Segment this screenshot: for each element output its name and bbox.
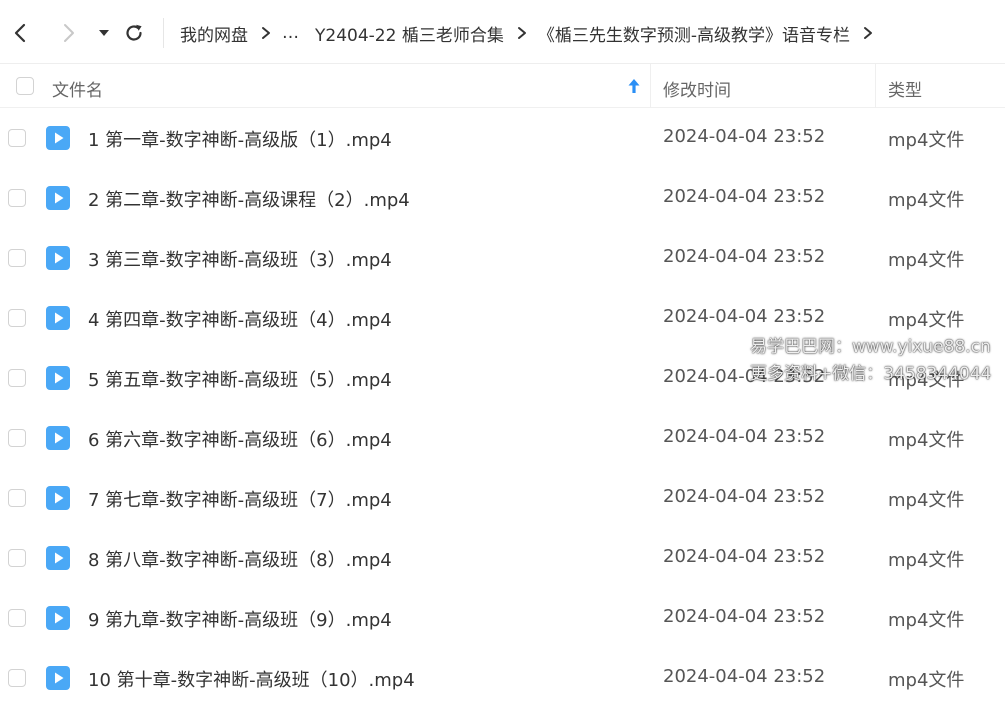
file-row[interactable]: 10 第十章-数字神断-高级班（10）.mp4 2024-04-04 23:52 m… xyxy=(0,648,1005,708)
file-type: mp4文件 xyxy=(888,190,965,211)
row-checkbox[interactable] xyxy=(8,129,26,147)
file-row[interactable]: 3 第三章-数字神断-高级班（3）.mp4 2024-04-04 23:52 mp4… xyxy=(0,228,1005,288)
forward-button[interactable] xyxy=(55,20,81,46)
file-list: 1 第一章-数字神断-高级版（1）.mp4 2024-04-04 23:52 mp4… xyxy=(0,108,1005,708)
back-button[interactable] xyxy=(8,20,34,46)
refresh-icon xyxy=(126,24,142,41)
refresh-button[interactable] xyxy=(121,20,147,46)
file-row[interactable]: 1 第一章-数字神断-高级版（1）.mp4 2024-04-04 23:52 mp4… xyxy=(0,108,1005,168)
video-file-icon xyxy=(45,245,71,271)
toolbar: 我的网盘 … Y2404-22 楯三老师合集 《楯三先生数字预测-高级教学》语音… xyxy=(0,0,1005,64)
file-row[interactable]: 6 第六章-数字神断-高级班（6）.mp4 2024-04-04 23:52 mp4… xyxy=(0,408,1005,468)
file-type: mp4文件 xyxy=(888,550,965,571)
file-list-header: 文件名 修改时间 类型 xyxy=(0,64,1005,108)
column-divider[interactable] xyxy=(650,64,651,108)
file-type: mp4文件 xyxy=(888,250,965,271)
chevron-left-icon xyxy=(14,23,26,43)
video-file-icon xyxy=(45,605,71,631)
file-name[interactable]: 9 第九章-数字神断-高级班（9）.mp4 xyxy=(88,606,392,632)
row-checkbox[interactable] xyxy=(8,609,26,627)
file-modified-time: 2024-04-04 23:52 xyxy=(663,186,826,207)
breadcrumb-item-collection[interactable]: Y2404-22 楯三老师合集 xyxy=(315,21,504,46)
history-dropdown-button[interactable] xyxy=(91,20,117,46)
column-divider[interactable] xyxy=(875,64,876,108)
file-row[interactable]: 8 第八章-数字神断-高级班（8）.mp4 2024-04-04 23:52 mp4… xyxy=(0,528,1005,588)
video-file-icon xyxy=(45,365,71,391)
file-name[interactable]: 5 第五章-数字神断-高级班（5）.mp4 xyxy=(88,366,392,392)
file-modified-time: 2024-04-04 23:52 xyxy=(663,126,826,147)
column-header-modified-time[interactable]: 修改时间 xyxy=(663,76,731,101)
file-type: mp4文件 xyxy=(888,430,965,451)
file-row[interactable]: 7 第七章-数字神断-高级班（7）.mp4 2024-04-04 23:52 mp4… xyxy=(0,468,1005,528)
file-type: mp4文件 xyxy=(888,610,965,631)
video-file-icon xyxy=(45,665,71,691)
breadcrumb: 我的网盘 … Y2404-22 楯三老师合集 《楯三先生数字预测-高级教学》语音… xyxy=(180,20,884,46)
row-checkbox[interactable] xyxy=(8,549,26,567)
row-checkbox[interactable] xyxy=(8,429,26,447)
video-file-icon xyxy=(45,125,71,151)
file-name[interactable]: 7 第七章-数字神断-高级班（7）.mp4 xyxy=(88,486,392,512)
breadcrumb-item-current-folder[interactable]: 《楯三先生数字预测-高级教学》语音专栏 xyxy=(538,21,850,46)
file-modified-time: 2024-04-04 23:52 xyxy=(663,306,826,327)
video-file-icon xyxy=(45,485,71,511)
column-header-type[interactable]: 类型 xyxy=(888,76,922,101)
file-name[interactable]: 6 第六章-数字神断-高级班（6）.mp4 xyxy=(88,426,392,452)
file-modified-time: 2024-04-04 23:52 xyxy=(663,246,826,267)
file-modified-time: 2024-04-04 23:52 xyxy=(663,366,826,387)
file-type: mp4文件 xyxy=(888,130,965,151)
row-checkbox[interactable] xyxy=(8,309,26,327)
video-file-icon xyxy=(45,545,71,571)
file-name[interactable]: 8 第八章-数字神断-高级班（8）.mp4 xyxy=(88,546,392,572)
chevron-right-icon xyxy=(260,26,272,40)
file-type: mp4文件 xyxy=(888,670,965,691)
select-all-checkbox[interactable] xyxy=(16,77,34,95)
file-type: mp4文件 xyxy=(888,490,965,511)
file-name[interactable]: 2 第二章-数字神断-高级课程（2）.mp4 xyxy=(88,186,410,212)
breadcrumb-item-my-drive[interactable]: 我的网盘 xyxy=(180,21,248,46)
file-modified-time: 2024-04-04 23:52 xyxy=(663,546,826,567)
chevron-right-icon xyxy=(516,26,528,40)
arrow-up-icon[interactable] xyxy=(627,78,641,99)
chevron-right-icon xyxy=(64,24,74,42)
chevron-right-icon xyxy=(862,26,874,40)
file-modified-time: 2024-04-04 23:52 xyxy=(663,486,826,507)
file-modified-time: 2024-04-04 23:52 xyxy=(663,606,826,627)
row-checkbox[interactable] xyxy=(8,189,26,207)
file-name[interactable]: 4 第四章-数字神断-高级班（4）.mp4 xyxy=(88,306,392,332)
file-row[interactable]: 5 第五章-数字神断-高级班（5）.mp4 2024-04-04 23:52 mp4… xyxy=(0,348,1005,408)
file-name[interactable]: 10 第十章-数字神断-高级班（10）.mp4 xyxy=(88,666,415,692)
file-row[interactable]: 4 第四章-数字神断-高级班（4）.mp4 2024-04-04 23:52 mp4… xyxy=(0,288,1005,348)
row-checkbox[interactable] xyxy=(8,249,26,267)
row-checkbox[interactable] xyxy=(8,369,26,387)
toolbar-divider xyxy=(163,18,164,48)
caret-down-icon xyxy=(99,30,109,36)
row-checkbox[interactable] xyxy=(8,669,26,687)
file-modified-time: 2024-04-04 23:52 xyxy=(663,666,826,687)
breadcrumb-item-ellipsis[interactable]: … xyxy=(282,23,299,43)
video-file-icon xyxy=(45,305,71,331)
file-name[interactable]: 3 第三章-数字神断-高级班（3）.mp4 xyxy=(88,246,392,272)
file-modified-time: 2024-04-04 23:52 xyxy=(663,426,826,447)
file-type: mp4文件 xyxy=(888,370,965,391)
file-row[interactable]: 9 第九章-数字神断-高级班（9）.mp4 2024-04-04 23:52 mp4… xyxy=(0,588,1005,648)
row-checkbox[interactable] xyxy=(8,489,26,507)
file-name[interactable]: 1 第一章-数字神断-高级版（1）.mp4 xyxy=(88,126,392,152)
column-header-name[interactable]: 文件名 xyxy=(52,76,103,101)
video-file-icon xyxy=(45,425,71,451)
video-file-icon xyxy=(45,185,71,211)
file-type: mp4文件 xyxy=(888,310,965,331)
file-row[interactable]: 2 第二章-数字神断-高级课程（2）.mp4 2024-04-04 23:52 mp… xyxy=(0,168,1005,228)
